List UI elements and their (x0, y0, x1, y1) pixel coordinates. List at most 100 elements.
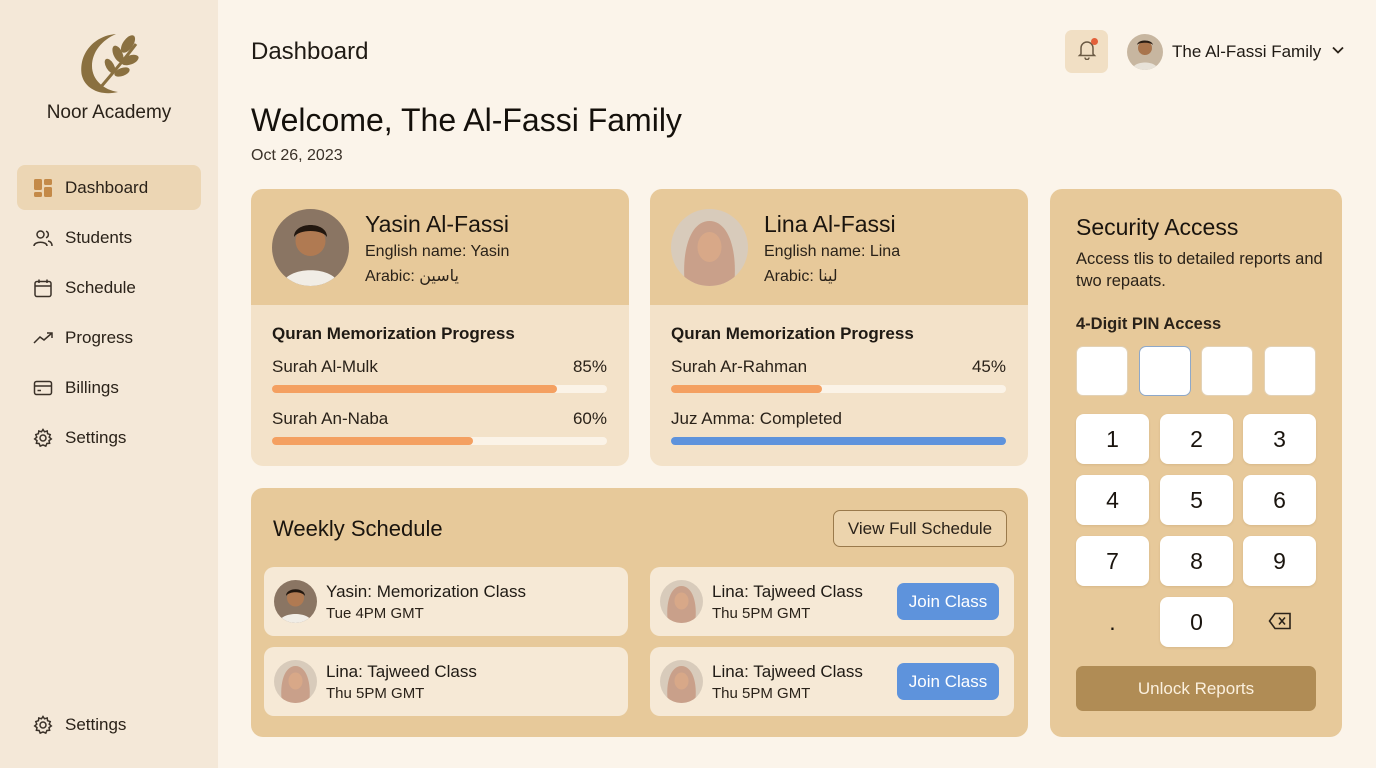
student-card-lina: Lina Al-Fassi English name: Lina Arabic:… (650, 189, 1028, 466)
sidebar-item-label: Students (65, 227, 133, 247)
page-title: Dashboard (251, 38, 369, 65)
progress-bar-fill (671, 385, 822, 393)
progress-item: Surah An-Naba 60% (272, 409, 607, 445)
progress-bar (671, 437, 1006, 445)
class-time: Thu 5PM GMT (712, 685, 811, 702)
progress-bar-fill (272, 385, 557, 393)
join-class-button[interactable]: Join Class (897, 663, 999, 700)
sidebar-item-label: Schedule (65, 277, 136, 297)
dashboard-icon (33, 178, 53, 198)
keypad-key-0[interactable]: 0 (1160, 597, 1233, 647)
progress-value: 60% (572, 409, 607, 428)
progress-title: Quran Memorization Progress (272, 324, 515, 343)
student-card-header: Lina Al-Fassi English name: Lina Arabic:… (650, 189, 1028, 305)
class-name: Lina: Tajweed Class (712, 662, 863, 681)
progress-item: Surah Al-Mulk 85% (272, 357, 607, 393)
sidebar-item-billings[interactable]: Billings (17, 365, 201, 410)
avatar (671, 209, 748, 286)
pin-digit-4[interactable] (1264, 346, 1316, 396)
weekly-schedule: Weekly Schedule View Full Schedule Yasin… (251, 488, 1028, 737)
user-name: The Al-Fassi Family (1172, 42, 1322, 61)
progress-title: Quran Memorization Progress (671, 324, 914, 343)
schedule-item: Lina: Tajweed Class Thu 5PM GMT Join Cla… (650, 647, 1014, 716)
join-class-button[interactable]: Join Class (897, 583, 999, 620)
progress-label: Juz Amma: Completed (671, 409, 843, 428)
pin-digit-3[interactable] (1201, 346, 1253, 396)
current-date: Oct 26, 2023 (251, 147, 343, 164)
sidebar-item-label: Settings (65, 714, 127, 734)
unlock-reports-button[interactable]: Unlock Reports (1076, 666, 1316, 711)
progress-value: 45% (971, 357, 1006, 376)
progress-bar (671, 385, 1006, 393)
notification-dot (1091, 38, 1098, 45)
gear-icon (33, 714, 53, 735)
sidebar-item-label: Dashboard (65, 177, 149, 197)
class-name: Lina: Tajweed Class (712, 582, 863, 601)
keypad-key-1[interactable]: 1 (1076, 414, 1149, 464)
backspace-button[interactable] (1243, 597, 1316, 647)
pin-digit-2[interactable] (1139, 346, 1191, 396)
keypad-key-6[interactable]: 6 (1243, 475, 1316, 525)
progress-label: Surah Al-Mulk (272, 357, 378, 376)
trend-icon (33, 328, 53, 348)
sidebar: Noor Academy Dashboard Students Schedule… (0, 0, 218, 768)
sidebar-item-label: Billings (65, 377, 119, 397)
student-arabic-name: Arabic: لينا (764, 268, 838, 285)
sidebar-item-settings[interactable]: Settings (17, 415, 201, 460)
backspace-icon (1268, 609, 1292, 636)
student-english-name: English name: Lina (764, 243, 901, 260)
sidebar-item-students[interactable]: Students (17, 215, 201, 260)
avatar (274, 580, 317, 623)
security-description: Access tlis to detailed reports and two … (1076, 250, 1323, 290)
welcome-heading: Welcome, The Al-Fassi Family (251, 102, 682, 138)
schedule-title: Weekly Schedule (273, 516, 443, 541)
avatar (272, 209, 349, 286)
student-arabic-name: Arabic: ياسين (365, 268, 459, 285)
keypad-key-4[interactable]: 4 (1076, 475, 1149, 525)
keypad-key-9[interactable]: 9 (1243, 536, 1316, 586)
sidebar-item-label: Progress (65, 327, 134, 347)
gear-icon (33, 427, 53, 448)
student-english-name: English name: Yasin (365, 243, 510, 260)
sidebar-footer-settings[interactable]: Settings (17, 702, 201, 747)
class-time: Tue 4PM GMT (326, 605, 424, 622)
sidebar-item-progress[interactable]: Progress (17, 315, 201, 360)
class-time: Thu 5PM GMT (712, 605, 811, 622)
sidebar-item-label: Settings (65, 427, 127, 447)
security-title: Security Access (1076, 214, 1239, 240)
sidebar-item-dashboard[interactable]: Dashboard (17, 165, 201, 210)
student-card-yasin: Yasin Al-Fassi English name: Yasin Arabi… (251, 189, 629, 466)
pin-digit-1[interactable] (1076, 346, 1128, 396)
keypad-key-5[interactable]: 5 (1160, 475, 1233, 525)
brand-name: Noor Academy (46, 102, 172, 123)
avatar (274, 660, 317, 703)
notifications-button[interactable] (1065, 30, 1108, 73)
student-name: Lina Al-Fassi (764, 211, 896, 237)
keypad-key-dot[interactable]: . (1076, 597, 1149, 647)
progress-bar (272, 385, 607, 393)
schedule-item: Lina: Tajweed Class Thu 5PM GMT Join Cla… (650, 567, 1014, 636)
progress-label: Surah Ar-Rahman (671, 357, 808, 376)
olive-branch-logo-icon (78, 30, 142, 96)
user-menu[interactable]: The Al-Fassi Family (1127, 34, 1345, 70)
keypad-key-3[interactable]: 3 (1243, 414, 1316, 464)
class-time: Thu 5PM GMT (326, 685, 425, 702)
view-full-schedule-button[interactable]: View Full Schedule (833, 510, 1007, 547)
pin-label: 4-Digit PIN Access (1076, 315, 1222, 333)
security-access-panel: Security Access Access tlis to detailed … (1050, 189, 1342, 737)
progress-bar-fill (272, 437, 473, 445)
progress-value: 85% (572, 357, 607, 376)
avatar (660, 660, 703, 703)
users-icon (33, 228, 53, 248)
student-name: Yasin Al-Fassi (365, 211, 510, 237)
keypad-key-8[interactable]: 8 (1160, 536, 1233, 586)
schedule-item: Lina: Tajweed Class Thu 5PM GMT (264, 647, 628, 716)
sidebar-item-schedule[interactable]: Schedule (17, 265, 201, 310)
keypad-key-7[interactable]: 7 (1076, 536, 1149, 586)
class-name: Lina: Tajweed Class (326, 662, 477, 681)
card-icon (33, 378, 53, 398)
student-card-header: Yasin Al-Fassi English name: Yasin Arabi… (251, 189, 629, 305)
keypad-key-2[interactable]: 2 (1160, 414, 1233, 464)
schedule-item: Yasin: Memorization Class Tue 4PM GMT (264, 567, 628, 636)
progress-bar (272, 437, 607, 445)
